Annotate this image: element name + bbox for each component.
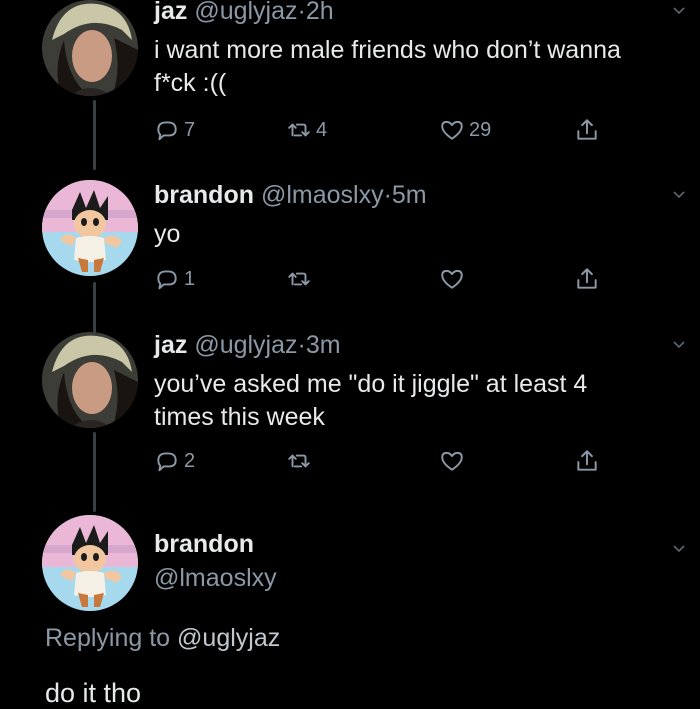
avatar[interactable]: [42, 515, 138, 611]
tweet-text-line: f*ck :((: [154, 69, 227, 97]
heart-icon: [439, 266, 465, 292]
reply-count: 2: [184, 449, 196, 472]
like-button[interactable]: [439, 448, 469, 474]
replying-to: Replying to @uglyjaz: [45, 624, 280, 653]
tweet-header: jaz @uglyjaz·3m: [154, 330, 341, 360]
chevron-down-icon[interactable]: [672, 542, 686, 556]
tweet-text-line: yo: [154, 220, 181, 248]
author-name[interactable]: jaz: [154, 331, 187, 359]
tweet-text-line: you’ve asked me "do it jiggle" at least …: [154, 370, 588, 398]
share-icon: [574, 266, 600, 292]
share-button[interactable]: [574, 448, 600, 474]
chevron-down-icon[interactable]: [672, 4, 686, 18]
reply-icon: [154, 266, 180, 292]
reply-button[interactable]: 2: [154, 448, 195, 474]
chevron-down-icon[interactable]: [672, 338, 686, 352]
retweet-button[interactable]: [286, 448, 316, 474]
tweet-text-line: times this week: [154, 403, 325, 431]
heart-icon: [439, 448, 465, 474]
author-handle[interactable]: @lmaoslxy: [261, 181, 384, 209]
tweet-header: brandon @lmaoslxy·5m: [154, 180, 427, 210]
reply-count: 7: [184, 118, 196, 141]
author-name[interactable]: brandon: [154, 181, 254, 209]
retweet-icon: [286, 448, 312, 474]
tweet-actions: 2: [154, 448, 614, 478]
share-icon: [574, 117, 600, 143]
tweet-time[interactable]: 2h: [306, 0, 334, 25]
tweet-text: yo: [154, 218, 684, 251]
reply-count: 1: [184, 267, 196, 290]
retweet-button[interactable]: 4: [286, 117, 327, 143]
separator-dot: ·: [297, 331, 306, 359]
author-handle[interactable]: @uglyjaz: [194, 331, 297, 359]
avatar[interactable]: [42, 180, 138, 276]
thread-line: [93, 282, 96, 337]
tweet-header: jaz @uglyjaz·2h: [154, 0, 334, 26]
tweet-actions: 1: [154, 266, 614, 296]
thread-line: [93, 100, 96, 170]
replying-mention-link[interactable]: @uglyjaz: [177, 624, 280, 652]
author-name[interactable]: jaz: [154, 0, 187, 25]
reply-icon: [154, 448, 180, 474]
share-button[interactable]: [574, 117, 600, 143]
separator-dot: ·: [383, 181, 392, 209]
tweet-actions: 7 4 29: [154, 117, 614, 147]
like-button[interactable]: [439, 266, 469, 292]
heart-icon: [439, 117, 465, 143]
retweet-icon: [286, 266, 312, 292]
author-handle[interactable]: @lmaoslxy: [154, 564, 277, 593]
avatar[interactable]: [42, 332, 138, 428]
reply-button[interactable]: 7: [154, 117, 195, 143]
retweet-icon: [286, 117, 312, 143]
author-handle[interactable]: @uglyjaz: [194, 0, 297, 25]
share-icon: [574, 448, 600, 474]
tweet-time[interactable]: 5m: [392, 181, 427, 209]
tweet-text: you’ve asked me "do it jiggle" at least …: [154, 368, 684, 434]
author-name[interactable]: brandon: [154, 530, 254, 559]
reply-button[interactable]: 1: [154, 266, 195, 292]
tweet-text-line: i want more male friends who don’t wanna: [154, 36, 621, 64]
retweet-button[interactable]: [286, 266, 316, 292]
replying-label: Replying to: [45, 624, 178, 652]
retweet-count: 4: [316, 118, 328, 141]
avatar[interactable]: [42, 0, 138, 96]
separator-dot: ·: [297, 0, 306, 25]
share-button[interactable]: [574, 266, 600, 292]
tweet-text: i want more male friends who don’t wanna…: [154, 34, 684, 100]
like-count: 29: [469, 118, 492, 141]
main-tweet-text: do it tho: [45, 678, 142, 708]
chevron-down-icon[interactable]: [672, 188, 686, 202]
thread-line: [93, 432, 96, 512]
reply-icon: [154, 117, 180, 143]
like-button[interactable]: 29: [439, 117, 491, 143]
tweet-time[interactable]: 3m: [306, 331, 341, 359]
